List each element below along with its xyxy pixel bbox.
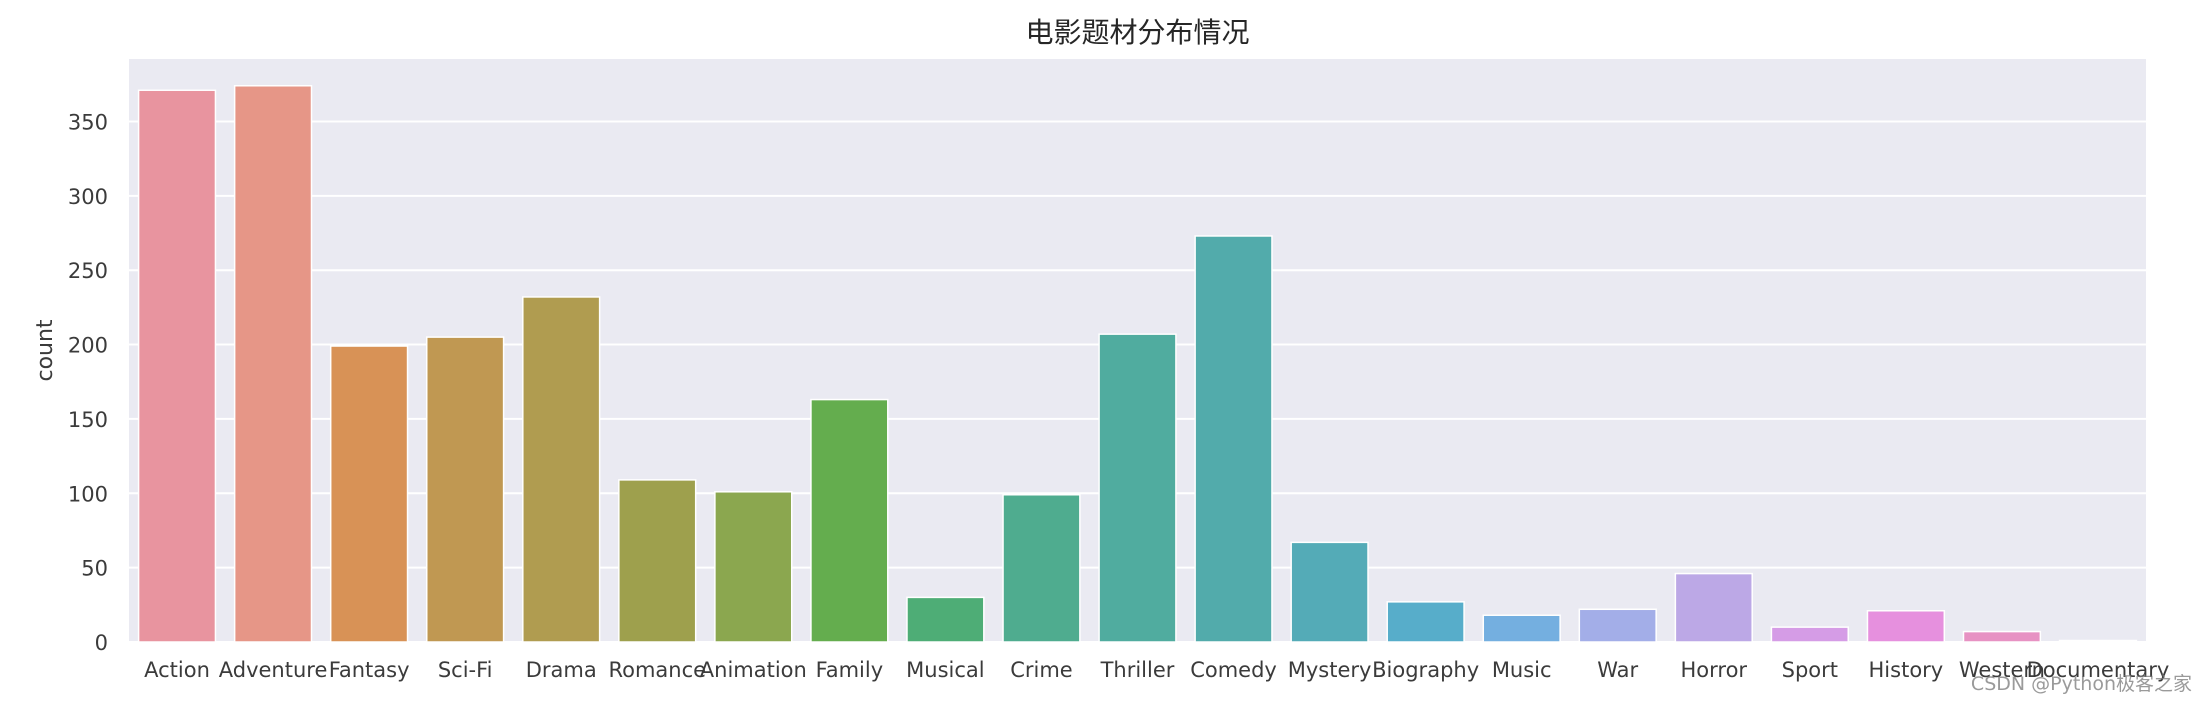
x-tick-label: Horror — [1681, 658, 1748, 682]
y-tick-label: 200 — [68, 334, 108, 358]
x-tick-label: Comedy — [1190, 658, 1277, 682]
bar-fantasy — [329, 345, 409, 643]
x-tick-label: Biography — [1372, 658, 1479, 682]
x-tick-label: Adventure — [219, 658, 328, 682]
x-tick-label: Sci-Fi — [438, 658, 493, 682]
y-tick-label: 100 — [68, 482, 108, 506]
y-tick-label: 250 — [68, 259, 108, 283]
y-tick-label: 350 — [68, 110, 108, 134]
bar-horror — [1674, 572, 1753, 643]
y-tick-label: 0 — [95, 631, 108, 655]
bar-music — [1482, 614, 1561, 643]
x-axis-ticks: Action Adventure Fantasy Sci-Fi Drama Romance… — [144, 658, 2169, 682]
y-tick-label: 150 — [68, 408, 108, 432]
x-tick-label: Musical — [906, 658, 984, 682]
x-tick-label: War — [1597, 658, 1638, 682]
x-tick-label: Drama — [526, 658, 597, 682]
x-tick-label: Romance — [608, 658, 706, 682]
bar-thriller — [1098, 333, 1177, 643]
bar-romance — [618, 479, 697, 643]
bar-comedy — [1194, 235, 1273, 643]
bar-adventure — [233, 85, 313, 643]
bar-chart: 0 50 100 150 200 250 300 350 Action Adventure Fan… — [33, 16, 2169, 682]
bar-documentary — [2058, 639, 2138, 643]
y-tick-label: 50 — [81, 557, 108, 581]
x-tick-label: Sport — [1782, 658, 1838, 682]
watermark: CSDN @Python极客之家 — [1970, 673, 2192, 695]
x-tick-label: Thriller — [1100, 658, 1175, 682]
bar-animation — [714, 491, 793, 643]
bar-biography — [1386, 601, 1465, 643]
x-tick-label: Animation — [700, 658, 807, 682]
bar-sci-fi — [425, 336, 505, 643]
x-tick-label: History — [1869, 658, 1944, 682]
y-axis-label: count — [33, 319, 58, 381]
x-tick-label: Family — [816, 658, 884, 682]
x-tick-label: Music — [1492, 658, 1552, 682]
bar-action — [137, 89, 217, 643]
x-tick-label: Action — [144, 658, 210, 682]
bar-history — [1866, 610, 1946, 643]
bar-family — [810, 398, 889, 643]
bar-western — [1962, 630, 2042, 643]
x-tick-label: Crime — [1010, 658, 1073, 682]
chart-title: 电影题材分布情况 — [1025, 16, 1249, 49]
x-tick-label: Mystery — [1288, 658, 1372, 682]
bar-musical — [906, 596, 985, 643]
bar-mystery — [1290, 541, 1369, 643]
y-tick-label: 300 — [68, 185, 108, 209]
bar-war — [1578, 608, 1657, 643]
bar-drama — [522, 296, 601, 643]
y-axis-ticks: 0 50 100 150 200 250 300 350 — [68, 110, 108, 655]
bar-sport — [1770, 626, 1850, 643]
bar-crime — [1002, 494, 1081, 643]
x-tick-label: Fantasy — [329, 658, 410, 682]
